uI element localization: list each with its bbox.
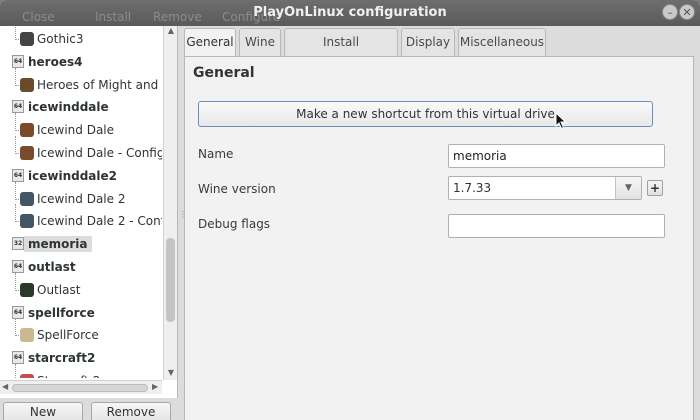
tree-connector-line bbox=[15, 113, 16, 132]
tree-item-label: Icewind Dale 2 - Config bbox=[37, 214, 162, 229]
architecture-badge-icon: 64 bbox=[12, 100, 24, 114]
tree-horizontal-scrollbar[interactable]: ◀ ▶ bbox=[0, 380, 162, 394]
scroll-right-icon[interactable]: ▶ bbox=[152, 382, 158, 391]
wine-version-value: 1.7.33 bbox=[453, 181, 492, 195]
icewind-dale-icon bbox=[20, 146, 34, 160]
tree-item-label: Starcraft 2 bbox=[37, 374, 100, 378]
tree-item-label: Icewind Dale - Config bbox=[37, 146, 162, 160]
debug-flags-label: Debug flags bbox=[198, 217, 271, 231]
tab-wine[interactable]: Wine bbox=[239, 28, 281, 56]
prefix-tree-pane: Gothic3 64 heroes4 Heroes of Might and M 64 i… bbox=[0, 26, 178, 398]
heroes-shield-icon bbox=[20, 77, 34, 92]
window-title: PlayOnLinux configuration bbox=[253, 5, 447, 20]
tree-prefix-row[interactable]: 32 memoria bbox=[0, 233, 162, 255]
tree-app-row[interactable]: Gothic3 bbox=[0, 26, 162, 50]
wine-version-label: Wine version bbox=[198, 182, 276, 196]
make-shortcut-button[interactable]: Make a new shortcut from this virtual dr… bbox=[198, 101, 653, 127]
name-label: Name bbox=[198, 147, 234, 161]
tree-item-label: memoria bbox=[24, 236, 92, 253]
title-bar: Close Install Remove Configure PlayOnLin… bbox=[0, 0, 700, 26]
tree-item-label: Gothic3 bbox=[37, 32, 84, 46]
outlast-icon bbox=[20, 282, 34, 297]
scroll-left-icon[interactable]: ◀ bbox=[2, 382, 8, 391]
tab-display[interactable]: Display bbox=[401, 28, 455, 56]
tree-connector-line bbox=[15, 318, 16, 337]
wine-version-select[interactable]: 1.7.33 ▼ bbox=[448, 176, 642, 200]
panel-heading: General bbox=[193, 65, 255, 81]
tree-item-label: Outlast bbox=[37, 282, 81, 297]
tree-app-row[interactable]: Icewind Dale 2 bbox=[0, 181, 162, 210]
chevron-down-icon[interactable]: ▼ bbox=[615, 177, 641, 199]
tree-vertical-scrollbar[interactable]: ▲ ▼ bbox=[163, 26, 177, 380]
tree-app-row[interactable]: Heroes of Might and M bbox=[0, 67, 162, 96]
tree-prefix-row[interactable]: 64 outlast bbox=[0, 256, 162, 278]
tree-item-label: heroes4 bbox=[28, 54, 83, 69]
pane-splitter-handle[interactable]: ⋮ bbox=[179, 210, 187, 219]
icewind-dale2-icon bbox=[20, 214, 34, 229]
name-field[interactable]: memoria bbox=[448, 144, 665, 168]
tree-connector-line bbox=[15, 136, 16, 154]
tree-prefix-row[interactable]: 64 spellforce bbox=[0, 302, 162, 324]
prefix-tree[interactable]: Gothic3 64 heroes4 Heroes of Might and M 64 i… bbox=[0, 26, 162, 378]
tree-connector-line bbox=[15, 181, 16, 200]
tree-prefix-row[interactable]: 64 icewinddale bbox=[0, 96, 162, 118]
architecture-badge-icon: 64 bbox=[12, 260, 24, 273]
scroll-down-icon[interactable]: ▼ bbox=[164, 368, 178, 377]
architecture-badge-icon: 64 bbox=[12, 351, 24, 365]
tree-item-label: spellforce bbox=[28, 305, 95, 320]
spellforce-icon bbox=[20, 328, 34, 343]
tree-app-row[interactable]: Icewind Dale 2 - Config bbox=[0, 204, 162, 232]
tab-miscellaneous[interactable]: Miscellaneous bbox=[458, 28, 546, 56]
tree-item-label: Icewind Dale 2 bbox=[37, 191, 126, 206]
tree-connector-line bbox=[15, 26, 16, 40]
architecture-badge-icon: 64 bbox=[12, 305, 24, 319]
tree-item-label: SpellForce bbox=[37, 328, 99, 343]
close-window-icon[interactable]: ✕ bbox=[679, 4, 695, 20]
tree-scroll-thumb[interactable] bbox=[166, 238, 175, 322]
tree-app-row[interactable]: Icewind Dale - Config bbox=[0, 136, 162, 164]
tree-app-row[interactable]: Starcraft 2 bbox=[0, 364, 162, 378]
tab-general[interactable]: General bbox=[184, 28, 236, 56]
tab-install-components[interactable]: Install components bbox=[284, 28, 398, 75]
add-wine-version-button[interactable]: + bbox=[647, 180, 663, 196]
tree-item-label: Heroes of Might and M bbox=[37, 77, 162, 92]
architecture-badge-icon: 32 bbox=[12, 237, 24, 251]
tree-app-row[interactable]: Icewind Dale bbox=[0, 113, 162, 141]
minimize-icon[interactable]: – bbox=[662, 4, 678, 20]
starcraft-icon bbox=[20, 374, 34, 378]
tree-connector-line bbox=[15, 204, 16, 223]
tree-prefix-row[interactable]: 64 heroes4 bbox=[0, 51, 162, 73]
icewind-dale2-icon bbox=[20, 191, 34, 206]
debug-flags-field[interactable] bbox=[448, 214, 665, 238]
tree-connector-line bbox=[15, 67, 16, 86]
icewind-dale-icon bbox=[20, 123, 34, 138]
general-panel: General Make a new shortcut from this vi… bbox=[184, 56, 694, 420]
tree-item-label: Icewind Dale bbox=[37, 123, 115, 138]
tree-item-label: starcraft2 bbox=[28, 351, 96, 366]
new-button[interactable]: New bbox=[3, 402, 83, 420]
tree-item-label: icewinddale2 bbox=[28, 168, 117, 183]
config-window: Close Install Remove Configure PlayOnLin… bbox=[0, 0, 700, 420]
tree-connector-line bbox=[15, 364, 16, 378]
architecture-badge-icon: 64 bbox=[12, 168, 24, 182]
remove-button[interactable]: Remove bbox=[91, 402, 171, 420]
tree-item-label: icewinddale bbox=[28, 100, 109, 115]
architecture-badge-icon: 64 bbox=[12, 54, 24, 68]
gothic-logo-icon bbox=[20, 32, 34, 46]
tree-prefix-row[interactable]: 64 starcraft2 bbox=[0, 347, 162, 369]
tree-app-row[interactable]: SpellForce bbox=[0, 318, 162, 346]
tree-app-row[interactable]: Outlast bbox=[0, 272, 162, 301]
tree-prefix-row[interactable]: 64 icewinddale2 bbox=[0, 165, 162, 187]
scroll-up-icon[interactable]: ▲ bbox=[164, 26, 178, 35]
tree-connector-line bbox=[15, 272, 16, 291]
tree-hscroll-thumb[interactable] bbox=[12, 384, 148, 392]
mouse-cursor-icon bbox=[555, 112, 567, 130]
tree-item-label: outlast bbox=[28, 260, 76, 274]
